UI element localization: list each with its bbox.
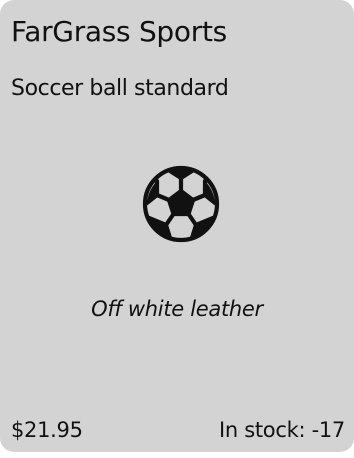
- product-name: Soccer ball standard: [11, 76, 229, 101]
- product-card[interactable]: FarGrass Sports Soccer ball standard Off…: [0, 0, 354, 452]
- product-price: $21.95: [11, 418, 83, 442]
- soccer-ball-icon: [142, 165, 220, 243]
- stock-status: In stock: -17: [218, 418, 345, 442]
- product-description: Off white leather: [91, 297, 263, 321]
- brand-name: FarGrass Sports: [11, 15, 227, 48]
